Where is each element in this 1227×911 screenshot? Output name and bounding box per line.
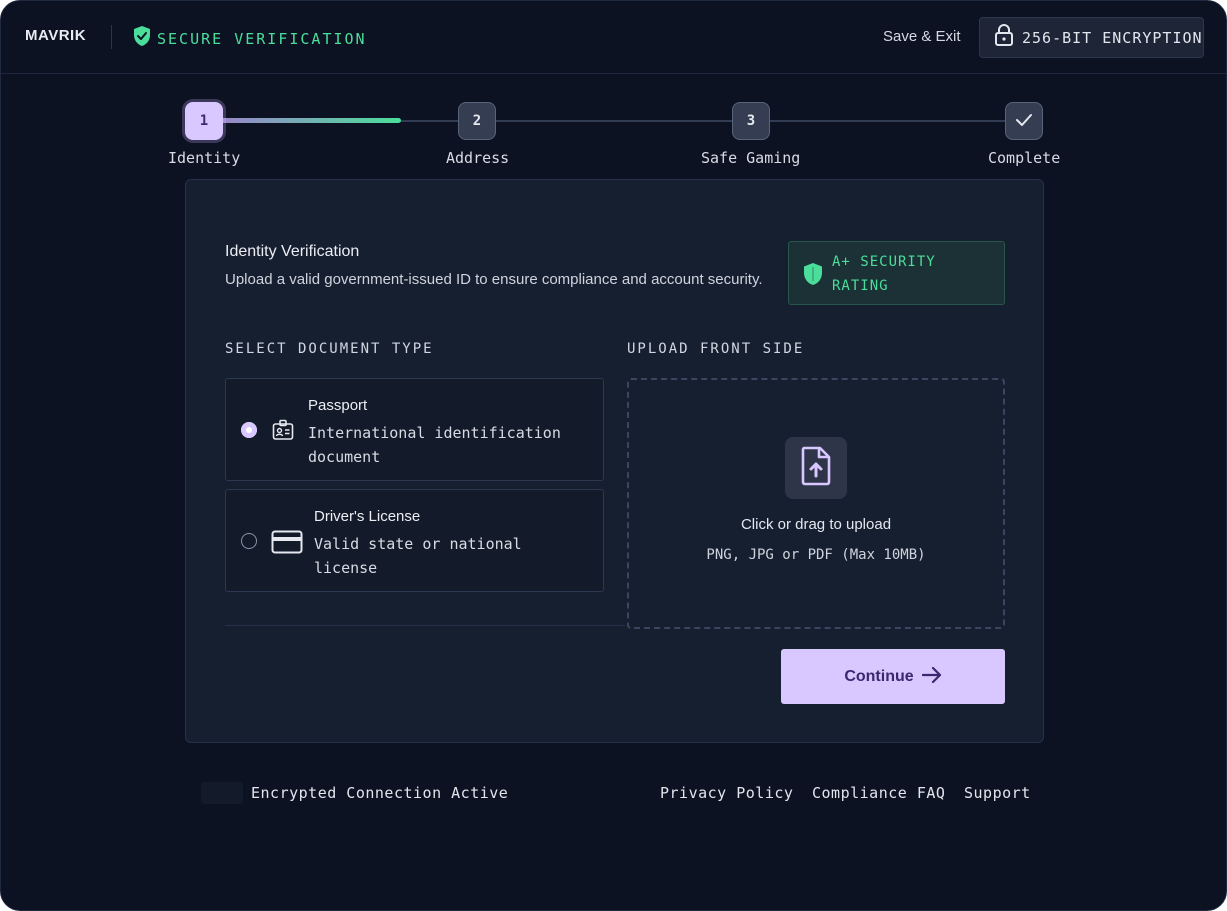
document-option-passport[interactable]: Passport International identification do… (225, 378, 604, 481)
credit-card-icon (271, 530, 303, 559)
shield-icon (803, 262, 823, 291)
drivers-license-radio[interactable] (241, 533, 257, 549)
arrow-right-icon (921, 666, 942, 686)
security-rating-badge: A+ SECURITY RATING (788, 241, 1005, 305)
privacy-policy-link[interactable]: Privacy Policy (660, 784, 793, 802)
step-complete-node[interactable] (1005, 102, 1043, 140)
passport-name: Passport (308, 397, 368, 414)
connection-status: Encrypted Connection Active (251, 784, 509, 802)
id-card-icon (272, 419, 294, 446)
step-complete-label: Complete (988, 149, 1061, 167)
continue-label: Continue (844, 667, 914, 685)
stepper-progress-fill (221, 118, 401, 123)
upload-icon-tile (785, 437, 847, 499)
card-divider (225, 625, 625, 626)
step-1-node[interactable]: 1 (185, 102, 223, 140)
drivers-license-description: Valid state or national license (314, 535, 522, 577)
continue-button[interactable]: Continue (781, 649, 1005, 704)
step-2-label: Address (446, 149, 510, 167)
check-icon (1015, 113, 1033, 130)
passport-description: International identification document (308, 424, 561, 466)
progress-stepper: 1 2 3 Identity Address Safe Gaming Compl… (1, 1, 1226, 181)
step-3-node[interactable]: 3 (732, 102, 770, 140)
step-3-label: Safe Gaming (701, 149, 801, 167)
verification-app: MAVRIK SECURE VERIFICATION Save & Exit 2… (0, 0, 1227, 911)
upload-title: Click or drag to upload (740, 516, 892, 533)
drivers-license-name: Driver's License (314, 508, 421, 525)
upload-dropzone[interactable]: Click or drag to upload PNG, JPG or PDF … (627, 378, 1005, 629)
step-1-label: Identity (168, 149, 241, 167)
document-type-heading: SELECT DOCUMENT TYPE (225, 341, 434, 357)
upload-hint: PNG, JPG or PDF (Max 10MB) (706, 547, 926, 563)
card-subtitle: Upload a valid government-issued ID to e… (225, 271, 763, 288)
passport-radio[interactable] (241, 422, 257, 438)
verification-card: Identity Verification Upload a valid gov… (185, 179, 1044, 743)
compliance-faq-link[interactable]: Compliance FAQ (812, 784, 945, 802)
file-upload-icon (800, 446, 832, 491)
step-2-node[interactable]: 2 (458, 102, 496, 140)
support-link[interactable]: Support (964, 784, 1031, 802)
security-rating-text: A+ SECURITY RATING (832, 254, 936, 294)
card-title: Identity Verification (225, 243, 360, 260)
upload-heading: UPLOAD FRONT SIDE (627, 341, 805, 357)
document-option-drivers-license[interactable]: Driver's License Valid state or national… (225, 489, 604, 592)
connection-indicator (201, 782, 243, 804)
